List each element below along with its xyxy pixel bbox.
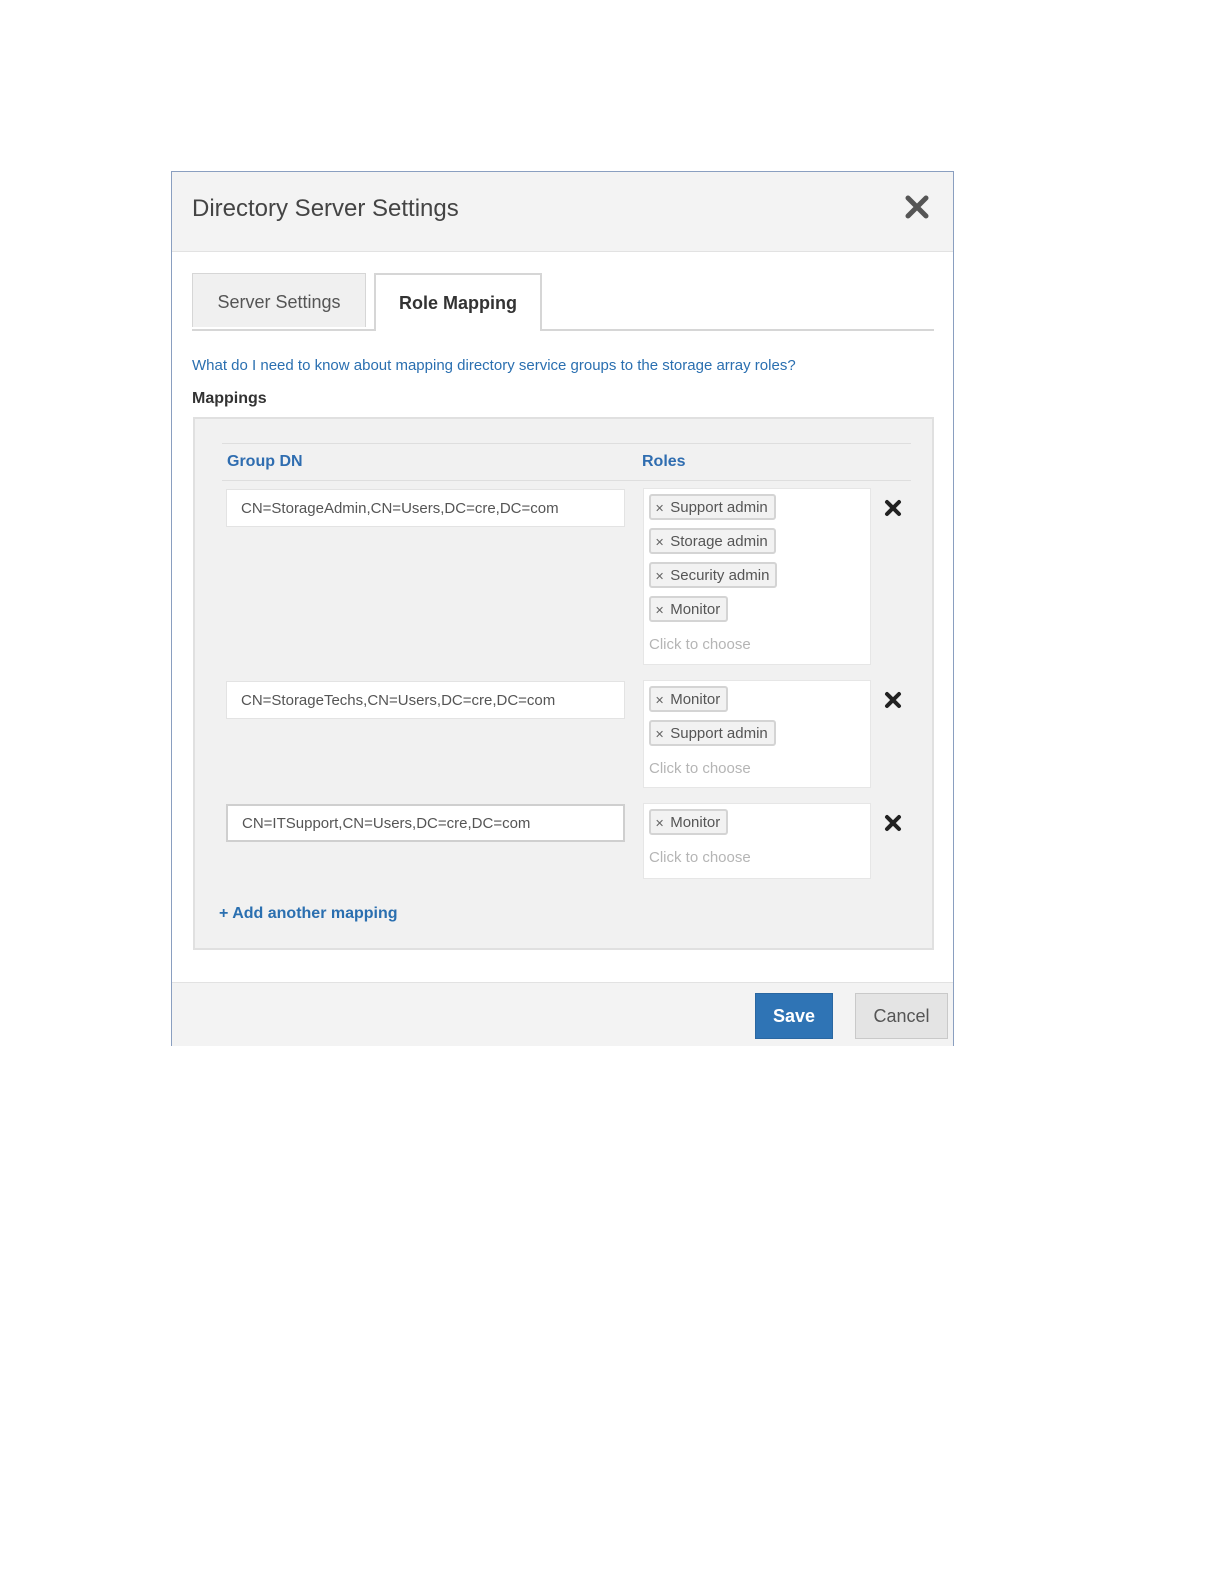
roles-placeholder: Click to choose (649, 636, 751, 653)
directory-server-settings-dialog: Directory Server Settings Server Setting… (171, 171, 954, 1046)
dialog-title: Directory Server Settings (192, 195, 459, 222)
role-chip-label: Monitor (670, 814, 721, 831)
role-chip-label: Monitor (670, 691, 721, 708)
roles-selector[interactable]: ✕ Monitor Click to choose (643, 803, 871, 879)
mappings-label: Mappings (192, 390, 267, 407)
remove-role-icon[interactable]: ✕ (655, 689, 664, 713)
close-icon[interactable] (903, 193, 931, 221)
role-chip: ✕ Monitor (649, 596, 729, 623)
help-link[interactable]: What do I need to know about mapping dir… (192, 357, 796, 374)
roles-column-header: Roles (642, 453, 686, 470)
role-chip-label: Support admin (670, 499, 768, 516)
remove-mapping-icon[interactable] (883, 690, 903, 710)
roles-selector[interactable]: ✕ Monitor ✕ Support admin Click to choose (643, 680, 871, 788)
role-chip: ✕ Storage admin (649, 528, 776, 554)
add-mapping-link[interactable]: + Add another mapping (219, 905, 398, 923)
remove-role-icon[interactable]: ✕ (655, 497, 664, 521)
roles-placeholder: Click to choose (649, 849, 751, 866)
column-header-row: Group DN Roles (222, 443, 911, 481)
save-button[interactable]: Save (755, 993, 833, 1039)
cancel-button[interactable]: Cancel (855, 993, 948, 1039)
group-dn-input[interactable] (226, 489, 625, 527)
dialog-footer: Save Cancel (172, 982, 953, 1046)
role-chip: ✕ Support admin (649, 720, 776, 746)
role-chip: ✕ Monitor (649, 809, 729, 836)
roles-selector[interactable]: ✕ Support admin ✕ Storage admin ✕ Security … (643, 488, 871, 665)
remove-mapping-icon[interactable] (883, 813, 903, 833)
roles-placeholder: Click to choose (649, 760, 751, 777)
role-chip: ✕ Support admin (649, 494, 776, 520)
role-chip-label: Security admin (670, 567, 770, 584)
role-chip: ✕ Security admin (649, 562, 778, 589)
mappings-panel: Group DN Roles ✕ Support admin ✕ Storage a… (193, 417, 934, 950)
group-dn-input[interactable] (226, 681, 625, 719)
remove-role-icon[interactable]: ✕ (655, 599, 664, 623)
group-dn-input[interactable] (226, 804, 625, 842)
role-chip-label: Storage admin (670, 533, 768, 550)
group-dn-column-header: Group DN (227, 453, 303, 470)
remove-mapping-icon[interactable] (883, 498, 903, 518)
remove-role-icon[interactable]: ✕ (655, 565, 664, 589)
dialog-header: Directory Server Settings (172, 172, 953, 252)
remove-role-icon[interactable]: ✕ (655, 723, 664, 747)
role-chip: ✕ Monitor (649, 686, 729, 713)
role-chip-label: Support admin (670, 725, 768, 742)
tab-role-mapping[interactable]: Role Mapping (374, 273, 542, 331)
tab-bar: Server Settings Role Mapping (192, 273, 934, 331)
remove-role-icon[interactable]: ✕ (655, 531, 664, 555)
remove-role-icon[interactable]: ✕ (655, 812, 664, 836)
tab-server-settings[interactable]: Server Settings (192, 273, 366, 327)
role-chip-label: Monitor (670, 601, 721, 618)
